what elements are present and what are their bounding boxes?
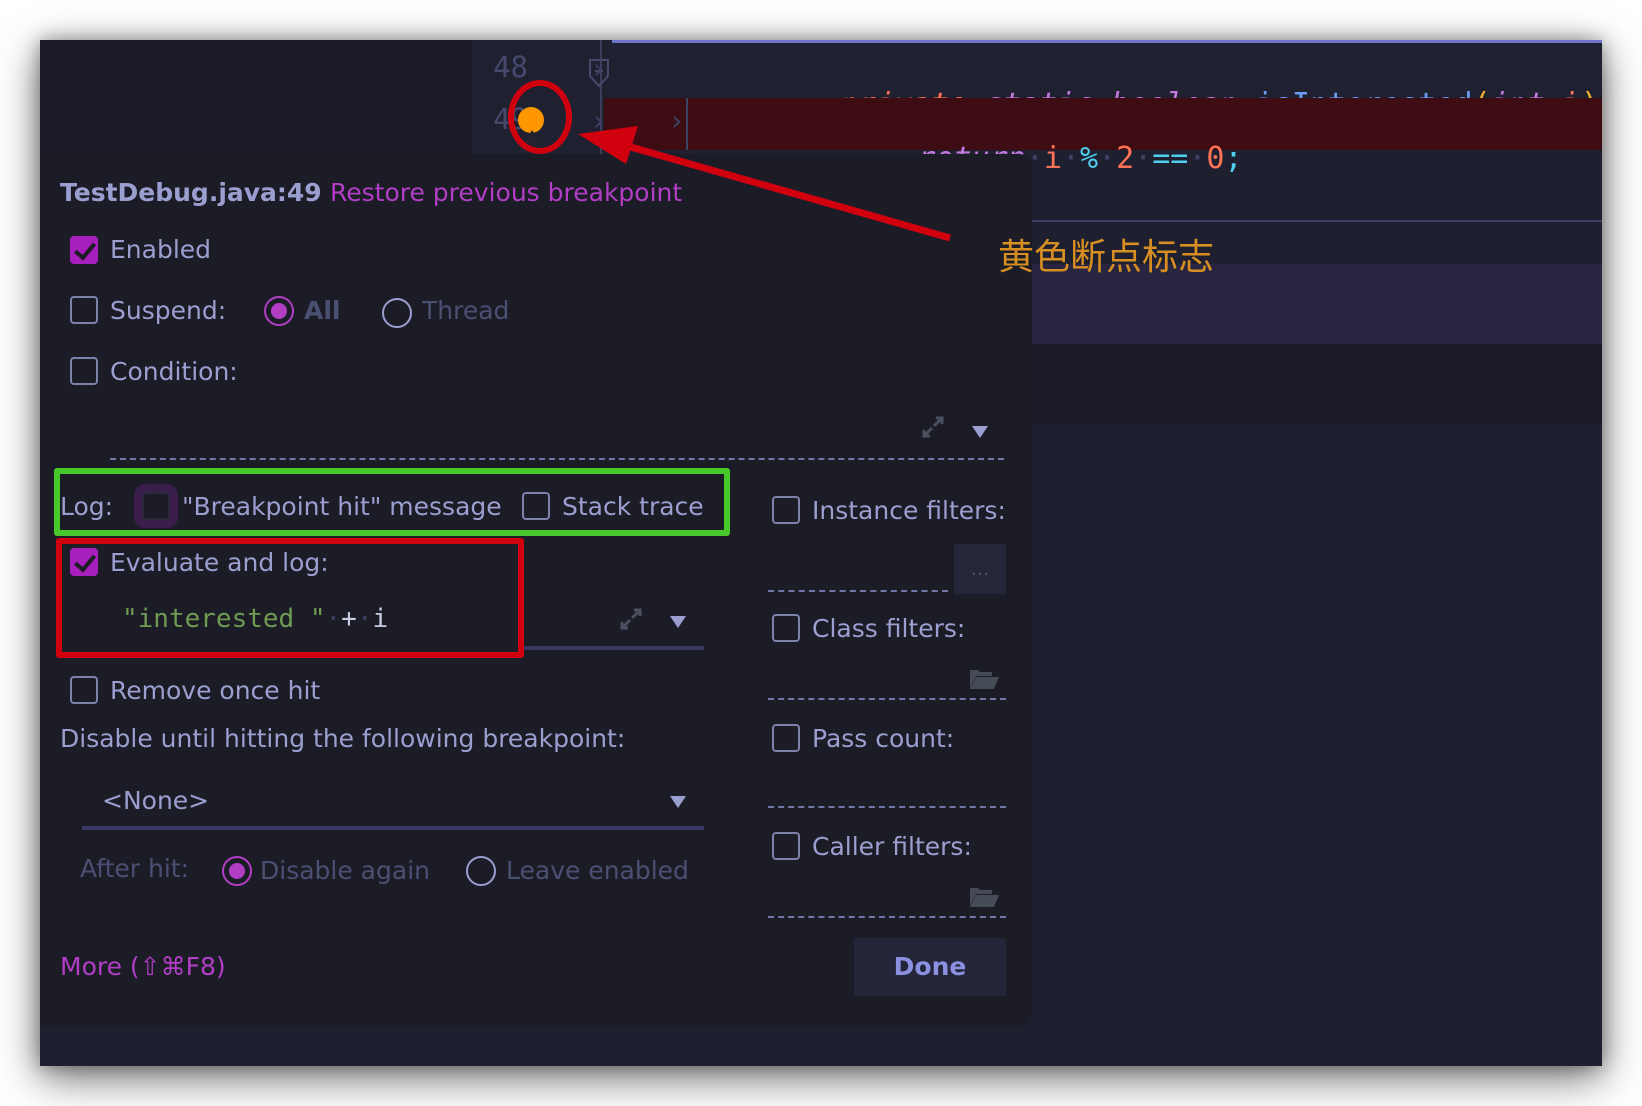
suspend-checkbox[interactable]	[70, 296, 98, 324]
caller-filters-input[interactable]	[768, 916, 1006, 918]
disable-until-select[interactable]: <None>	[102, 786, 209, 815]
chevron-right-icon: ›	[590, 52, 607, 85]
popup-header-area	[40, 40, 472, 164]
chevron-right-icon: ›	[668, 104, 685, 137]
restore-breakpoint-link[interactable]: Restore previous breakpoint	[330, 178, 682, 207]
disable-until-dropdown-icon[interactable]	[670, 796, 686, 808]
disable-again-radio[interactable]	[222, 856, 252, 886]
remove-once-hit-checkbox[interactable]	[70, 676, 98, 704]
pass-count-input[interactable]	[768, 806, 1006, 808]
token: ;	[1224, 141, 1243, 176]
code-line-49[interactable]: return·i·%·2·==·0;	[604, 98, 1602, 176]
disable-again-label: Disable again	[260, 856, 430, 885]
folder-icon[interactable]	[968, 666, 1000, 690]
caller-filters-checkbox[interactable]	[772, 832, 800, 860]
instance-filters-input[interactable]	[768, 590, 948, 592]
chevron-right-icon: ›	[590, 104, 607, 137]
remove-once-hit-label: Remove once hit	[110, 676, 321, 705]
annotation-green-box	[54, 468, 730, 536]
enabled-label: Enabled	[110, 235, 212, 264]
class-filters-label: Class filters:	[812, 614, 966, 643]
evaluate-dropdown-icon[interactable]	[670, 616, 686, 628]
suspend-thread-label: Thread	[422, 296, 510, 325]
after-hit-label: After hit:	[80, 854, 189, 883]
instance-filters-label: Instance filters:	[812, 496, 1006, 525]
enabled-checkbox[interactable]	[70, 236, 98, 264]
expand-icon[interactable]	[920, 414, 946, 440]
line-number: 48	[493, 50, 528, 84]
breakpoint-location: TestDebug.java:49	[60, 178, 322, 207]
expand-icon[interactable]	[618, 606, 644, 632]
caller-filters-label: Caller filters:	[812, 832, 972, 861]
token: i	[1043, 141, 1062, 176]
editor-top-rule	[612, 40, 1602, 43]
class-filters-checkbox[interactable]	[772, 614, 800, 642]
leave-enabled-radio[interactable]	[466, 856, 496, 886]
indent-guide	[686, 98, 688, 150]
disable-until-label: Disable until hitting the following brea…	[60, 724, 626, 753]
instance-filters-browse-button[interactable]: ...	[954, 544, 1006, 594]
suspend-all-radio[interactable]	[264, 296, 294, 326]
leave-enabled-label: Leave enabled	[506, 856, 689, 885]
token: 0	[1206, 141, 1225, 176]
instance-filters-checkbox[interactable]	[772, 496, 800, 524]
class-filters-input[interactable]	[768, 698, 1006, 700]
ide-window: private·static·boolean·isInterested(int·…	[40, 40, 1602, 1066]
suspend-label: Suspend:	[110, 296, 227, 325]
token: 2	[1116, 141, 1135, 176]
select-underline	[82, 826, 704, 830]
token: ==	[1152, 141, 1189, 176]
condition-label: Condition:	[110, 357, 238, 386]
annotation-red-box	[56, 538, 524, 658]
pass-count-checkbox[interactable]	[772, 724, 800, 752]
suspend-all-label: All	[304, 296, 341, 325]
annotation-circle	[508, 80, 572, 154]
condition-input[interactable]	[110, 458, 1004, 460]
condition-checkbox[interactable]	[70, 357, 98, 385]
suspend-thread-radio[interactable]	[382, 298, 412, 328]
editor-separator	[1032, 220, 1602, 222]
annotation-label: 黄色断点标志	[998, 237, 1215, 278]
condition-dropdown-icon[interactable]	[972, 426, 988, 438]
pass-count-label: Pass count:	[812, 724, 955, 753]
folder-icon[interactable]	[968, 884, 1000, 908]
editor-dark-band	[1032, 344, 1602, 424]
code-line-48[interactable]: private·static·boolean·isInterested(int·…	[604, 44, 1602, 122]
token: %	[1079, 141, 1098, 176]
more-link[interactable]: More (⇧⌘F8)	[60, 952, 226, 981]
done-button[interactable]: Done	[854, 938, 1006, 996]
evaluate-underline	[524, 646, 704, 650]
